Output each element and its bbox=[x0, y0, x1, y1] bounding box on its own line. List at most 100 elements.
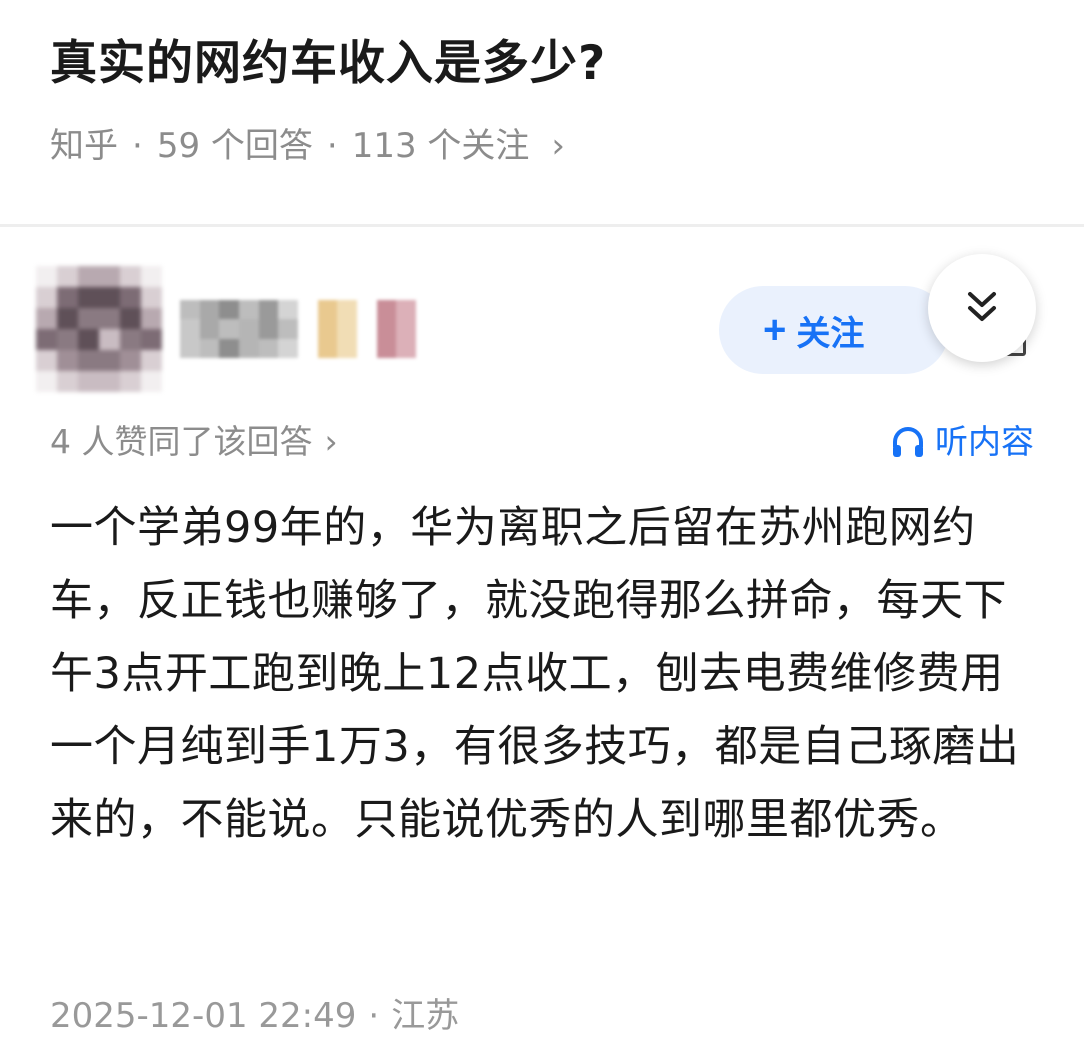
author-name-pixel bbox=[180, 319, 200, 339]
author-name-pixel bbox=[180, 338, 200, 358]
author-name-pixel bbox=[337, 300, 357, 320]
upvote-summary[interactable]: 4 人赞同了该回答 › bbox=[50, 418, 338, 466]
avatar-pixel bbox=[78, 287, 99, 308]
avatar-pixel bbox=[36, 308, 57, 329]
author-name-pixel bbox=[376, 300, 397, 320]
avatar-pixel bbox=[78, 350, 99, 371]
author-name-pixel bbox=[376, 338, 397, 358]
author-name-pixel bbox=[356, 300, 377, 320]
avatar-pixel bbox=[36, 287, 57, 308]
avatar-pixel bbox=[120, 266, 141, 287]
author-name-pixel bbox=[278, 319, 298, 339]
avatar-pixel bbox=[141, 329, 162, 350]
author-name-pixel bbox=[258, 338, 279, 358]
avatar-pixel bbox=[141, 371, 162, 392]
avatar-pixel bbox=[78, 371, 99, 392]
author-name-pixel bbox=[258, 319, 279, 339]
author-name-pixel bbox=[356, 338, 377, 358]
author-name-pixel bbox=[199, 300, 220, 320]
author-name-pixel bbox=[219, 338, 239, 358]
avatar-pixel bbox=[141, 350, 162, 371]
question-title[interactable]: 真实的网约车收入是多少? bbox=[50, 32, 606, 96]
avatar-pixel bbox=[120, 287, 141, 308]
author-name-pixel bbox=[396, 319, 416, 339]
avatar-pixel bbox=[99, 308, 120, 329]
answer-page: 真实的网约车收入是多少? 知乎 · 59 个回答 · 113 个关注 › + 关… bbox=[0, 0, 1084, 1058]
author-name-blurred[interactable] bbox=[180, 300, 416, 358]
author-avatar[interactable] bbox=[36, 266, 162, 392]
avatar-pixel bbox=[141, 287, 162, 308]
author-name-pixel bbox=[337, 319, 357, 339]
avatar-pixel bbox=[57, 329, 78, 350]
author-name-pixel bbox=[317, 300, 338, 320]
author-name-pixel bbox=[238, 319, 259, 339]
upvote-text: 4 人赞同了该回答 bbox=[50, 422, 313, 461]
author-name-pixel bbox=[219, 300, 239, 320]
author-name-pixel bbox=[238, 300, 259, 320]
avatar-pixel bbox=[120, 308, 141, 329]
author-name-pixel bbox=[337, 338, 357, 358]
meta-separator: · bbox=[132, 126, 143, 166]
avatar-pixel bbox=[57, 371, 78, 392]
avatar-pixel bbox=[99, 329, 120, 350]
follower-count: 113 个关注 bbox=[351, 126, 530, 166]
avatar-pixel bbox=[141, 308, 162, 329]
double-chevron-down-icon bbox=[968, 292, 996, 321]
avatar-pixel bbox=[99, 266, 120, 287]
avatar-pixel bbox=[36, 350, 57, 371]
avatar-pixel bbox=[57, 266, 78, 287]
avatar-pixel bbox=[36, 329, 57, 350]
author-name-pixel bbox=[317, 338, 338, 358]
collapse-button[interactable] bbox=[928, 254, 1036, 362]
author-name-pixel bbox=[199, 319, 220, 339]
avatar-pixel bbox=[78, 308, 99, 329]
avatar-pixel bbox=[78, 266, 99, 287]
author-name-pixel bbox=[396, 300, 416, 320]
author-name-pixel bbox=[297, 338, 318, 358]
avatar-pixel bbox=[57, 350, 78, 371]
answer-footer: 2025-12-01 22:49 · 江苏 bbox=[50, 992, 459, 1040]
avatar-pixel bbox=[99, 371, 120, 392]
author-name-pixel bbox=[180, 300, 200, 320]
chevron-right-icon: › bbox=[551, 126, 566, 166]
avatar-pixel bbox=[99, 287, 120, 308]
author-name-pixel bbox=[238, 338, 259, 358]
avatar-pixel bbox=[57, 308, 78, 329]
author-name-pixel bbox=[376, 319, 397, 339]
author-name-pixel bbox=[258, 300, 279, 320]
footer-separator: · bbox=[368, 996, 380, 1036]
avatar-pixel bbox=[36, 371, 57, 392]
avatar-pixel bbox=[36, 266, 57, 287]
section-divider bbox=[0, 224, 1084, 227]
question-meta[interactable]: 知乎 · 59 个回答 · 113 个关注 › bbox=[50, 122, 565, 170]
follow-label: 关注 bbox=[796, 314, 865, 353]
avatar-pixel bbox=[120, 371, 141, 392]
answer-count: 59 个回答 bbox=[156, 126, 313, 166]
answer-location: 江苏 bbox=[391, 996, 460, 1036]
chevron-right-icon: › bbox=[324, 422, 338, 461]
author-name-pixel bbox=[297, 319, 318, 339]
author-name-pixel bbox=[278, 338, 298, 358]
answer-content[interactable]: 一个学弟99年的，华为离职之后留在苏州跑网约车，反正钱也赚够了，就没跑得那么拼命… bbox=[50, 492, 1040, 857]
author-name-pixel bbox=[356, 319, 377, 339]
avatar-pixel bbox=[141, 266, 162, 287]
follow-button[interactable]: + 关注 bbox=[719, 286, 949, 374]
plus-icon: + bbox=[763, 307, 787, 352]
avatar-pixel bbox=[99, 350, 120, 371]
headphones-icon bbox=[893, 427, 923, 457]
author-name-pixel bbox=[317, 319, 338, 339]
author-name-pixel bbox=[199, 338, 220, 358]
avatar-pixel bbox=[120, 350, 141, 371]
author-name-pixel bbox=[219, 319, 239, 339]
source-label: 知乎 bbox=[50, 126, 118, 166]
listen-button[interactable]: 听内容 bbox=[889, 418, 1034, 466]
avatar-pixel bbox=[78, 329, 99, 350]
listen-label: 听内容 bbox=[935, 422, 1034, 461]
avatar-pixel bbox=[120, 329, 141, 350]
meta-separator: · bbox=[326, 126, 338, 166]
answer-timestamp: 2025-12-01 22:49 bbox=[50, 996, 357, 1036]
avatar-pixel bbox=[57, 287, 78, 308]
author-name-pixel bbox=[396, 338, 416, 358]
author-name-pixel bbox=[297, 300, 318, 320]
author-name-pixel bbox=[278, 300, 298, 320]
